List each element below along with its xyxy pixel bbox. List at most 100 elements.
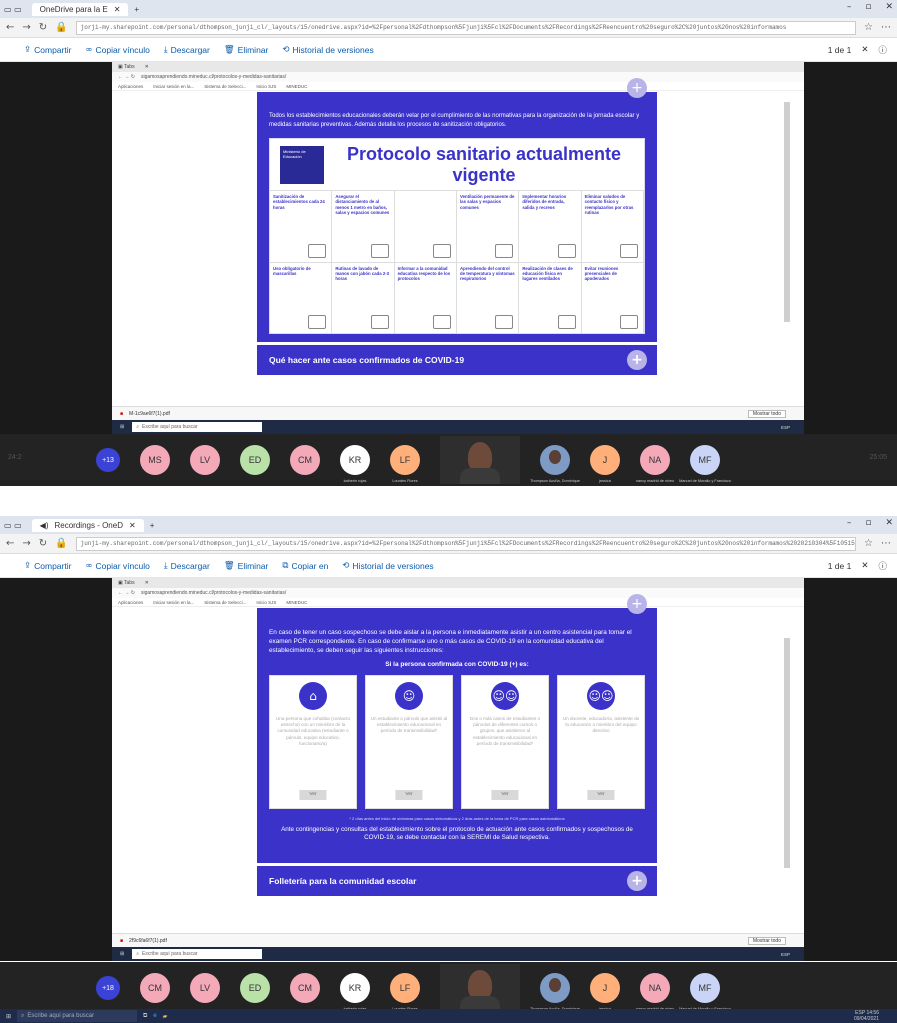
settings-menu-icon[interactable]: ⋯ [881,22,891,33]
maximize-icon[interactable]: ▫ [865,2,871,12]
avatar[interactable]: Jjessica [590,973,620,1011]
case-card-text: Un estudiante o párvulo que asistió al e… [370,716,448,734]
forward-icon[interactable]: → [22,538,30,549]
settings-menu-icon[interactable]: ⋯ [881,538,891,549]
avatar-initials: MF [698,983,712,993]
favorites-star-icon[interactable]: ☆ [864,538,873,549]
browser-tab[interactable]: ◀) Recordings - OneD ✕ [31,518,144,532]
browser-tab[interactable]: OneDrive para la E ✕ [31,2,129,16]
copy-in-button[interactable]: ⧉ Copiar en [282,561,328,571]
back-icon[interactable]: ← [6,538,14,549]
avatar[interactable]: CM [290,973,320,1003]
avatar[interactable]: LV [190,973,220,1003]
new-tab-icon[interactable]: + [150,521,155,530]
avatar[interactable]: LV [190,445,220,475]
confirmed-heading: Si la persona confirmada con COVID-19 (+… [385,661,529,668]
browser-titlebar: ▭ ▭ ◀) Recordings - OneD ✕ + – ▫ ✕ [0,516,897,534]
ver-button[interactable]: Ver [299,789,327,800]
expand-plus-icon[interactable]: + [627,350,647,370]
avatar[interactable]: KRkatherin rojas [340,445,370,483]
close-window-icon[interactable]: ✕ [885,2,893,12]
windows-icon[interactable]: ⊞ [120,951,124,957]
close-tab-icon[interactable]: ✕ [129,521,136,530]
ver-button[interactable]: Ver [587,789,615,800]
more-participants-badge[interactable]: +13 [96,448,120,472]
avatar-initials: CM [148,983,162,993]
download-file[interactable]: 2f9c6fa6f7(1).pdf [129,938,167,944]
expand-plus-icon[interactable]: + [627,594,647,614]
video-tile[interactable] [440,964,520,1012]
avatar[interactable]: KRkatherin rojas [340,973,370,1011]
scrollbar[interactable] [784,102,790,322]
refresh-icon[interactable]: ↻ [39,538,47,549]
shared-taskbar: ⊞ ⌕ Escribe aquí para buscar ESP [112,420,804,434]
minimize-icon[interactable]: – [847,2,852,12]
info-icon[interactable]: ⓘ [878,44,887,56]
maximize-icon[interactable]: ▫ [865,518,871,528]
tab-actions-icon[interactable]: ▭ ▭ [4,521,22,530]
url-field[interactable]: jorji-my.sharepoint.com/personal/dthomps… [75,20,857,35]
show-all-button[interactable]: Mostrar todo [747,936,786,945]
expand-plus-icon[interactable]: + [627,78,647,98]
task-view-icon[interactable]: ⧉ [143,1013,147,1020]
protocol-cell: Ventilación permanente de las salas y es… [456,191,520,263]
expand-plus-icon[interactable]: + [627,871,647,891]
avatar[interactable]: NAnancy madrid de niveo [636,973,674,1011]
minimize-icon[interactable]: – [847,518,852,528]
taskbar-search[interactable]: ⌕ Escribe aquí para buscar [17,1010,138,1022]
back-icon[interactable]: ← [6,22,14,33]
new-tab-icon[interactable]: + [134,5,139,14]
download-button[interactable]: ⤓ Descargar [164,45,210,55]
folder-icon[interactable]: ▰ [163,1013,168,1020]
avatar-photo[interactable]: Thompson Acuña, Dominique [530,445,580,483]
share-button[interactable]: ⇪ Compartir [24,45,71,55]
page-count: 1 de 1 [827,44,852,55]
ver-button[interactable]: Ver [491,789,519,800]
version-history-button[interactable]: ⟲ Historial de versiones [342,561,433,571]
avatar[interactable]: LFLourdes Flores [390,973,420,1011]
edge-icon[interactable]: e [153,1013,156,1019]
avatar[interactable]: CM [290,445,320,475]
download-button[interactable]: ⤓ Descargar [164,561,210,571]
close-tab-icon[interactable]: ✕ [114,5,121,14]
show-all-button[interactable]: Mostrar todo [747,409,786,418]
share-button[interactable]: ⇪ Compartir [24,561,71,571]
close-viewer-icon[interactable]: ✕ [861,44,868,55]
avatar[interactable]: ED [240,973,270,1003]
tab-actions-icon[interactable]: ▭ ▭ [4,5,22,14]
info-icon[interactable]: ⓘ [878,560,887,572]
avatar[interactable]: MFManuel de Morallo y Francisco [679,973,731,1011]
avatar[interactable]: ED [240,445,270,475]
refresh-icon[interactable]: ↻ [39,22,47,33]
version-history-button[interactable]: ⟲ Historial de versiones [282,45,373,55]
avatar[interactable]: CM [140,973,170,1003]
avatar[interactable]: LFLourdes Flores [390,445,420,483]
close-viewer-icon[interactable]: ✕ [861,560,868,571]
taskbar-search[interactable]: ⌕ Escribe aquí para buscar [132,949,263,959]
accordion-section[interactable]: Qué hacer ante casos confirmados de COVI… [257,345,657,375]
avatar[interactable]: MFManuel de Morallo y Francisco [679,445,731,483]
avatar[interactable]: MS [140,445,170,475]
windows-icon[interactable]: ⊞ [6,1013,11,1020]
delete-button[interactable]: 🗑 Eliminar [224,45,269,55]
download-file[interactable]: M-1c9ae6f7(1).pdf [129,411,170,417]
ver-button[interactable]: Ver [395,789,423,800]
video-tile[interactable] [440,436,520,484]
avatar[interactable]: NAnancy madrid de niveo [636,445,674,483]
scrollbar[interactable] [784,638,790,868]
favorites-star-icon[interactable]: ☆ [864,22,873,33]
person-icon: ☺ [395,682,423,710]
close-window-icon[interactable]: ✕ [885,518,893,528]
delete-button[interactable]: 🗑 Eliminar [224,561,269,571]
copy-link-button[interactable]: ∞ Copiar vínculo [85,45,149,55]
taskbar-search[interactable]: ⌕ Escribe aquí para buscar [132,422,263,432]
url-field[interactable]: junji-my.sharepoint.com/personal/dthomps… [75,536,857,551]
accordion-section[interactable]: Folletería para la comunidad escolar + [257,866,657,896]
forward-icon[interactable]: → [22,22,30,33]
more-participants-badge[interactable]: +18 [96,976,120,1000]
windows-icon[interactable]: ⊞ [120,424,124,430]
avatar-photo[interactable]: Thompson Acuña, Dominique [530,973,580,1011]
avatar[interactable]: Jjessica [590,445,620,483]
copy-link-button[interactable]: ∞ Copiar vínculo [85,561,149,571]
shared-taskbar: ⊞ ⌕ Escribe aquí para buscar ESP [112,947,804,961]
